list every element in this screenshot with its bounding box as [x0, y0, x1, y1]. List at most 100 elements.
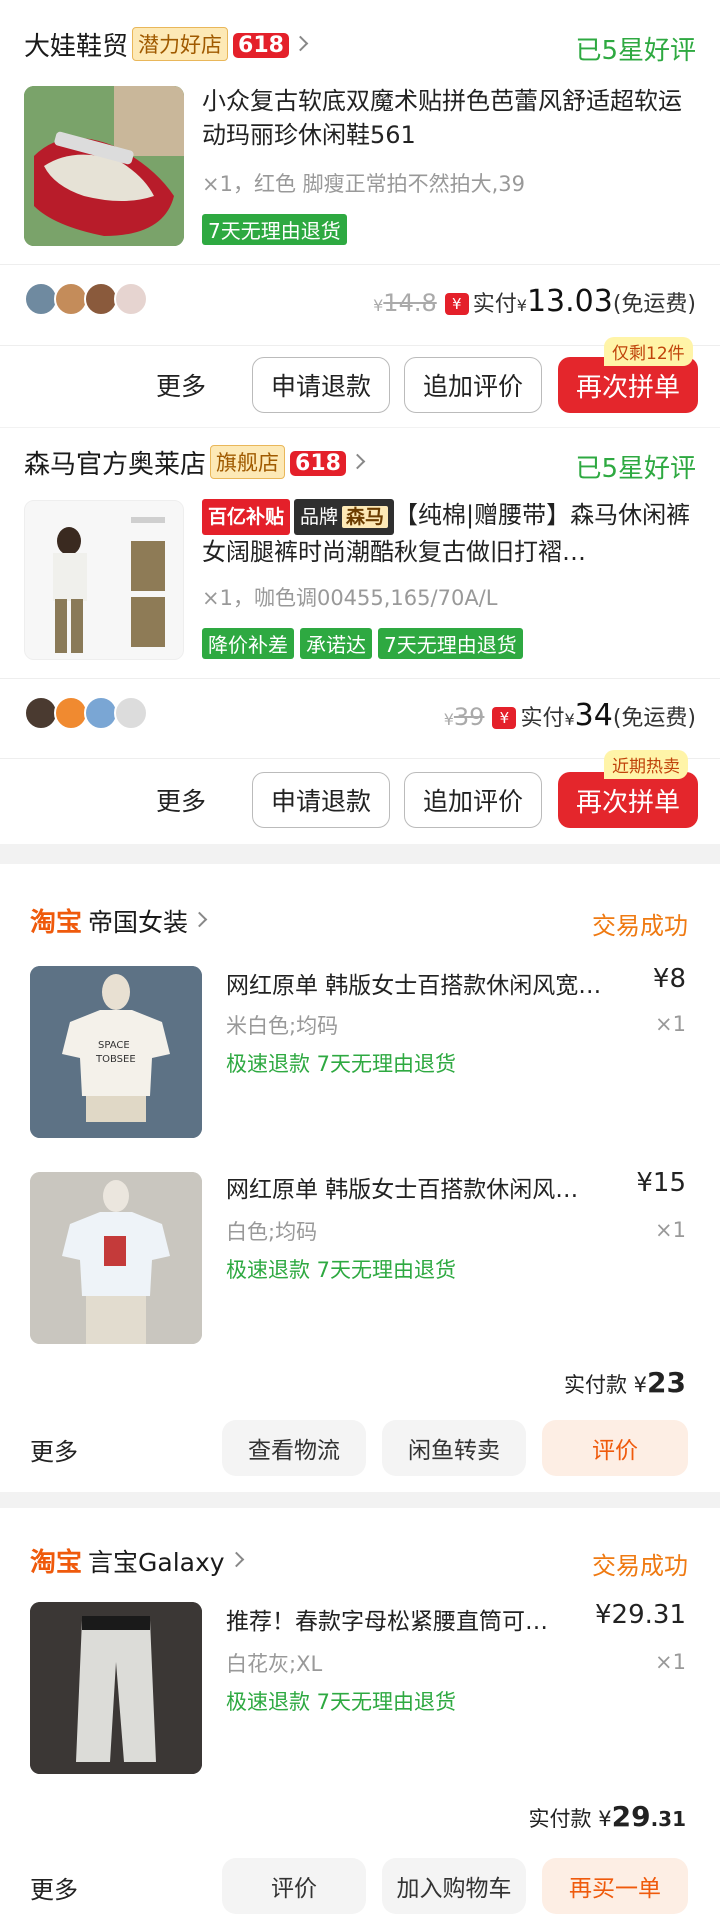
- view-logistics-button[interactable]: 查看物流: [222, 1420, 366, 1476]
- more-button[interactable]: 更多: [156, 367, 206, 403]
- append-review-button[interactable]: 追加评价: [404, 772, 542, 828]
- promo-badge: 618: [290, 451, 346, 476]
- paid-amount: 13.03: [526, 284, 613, 319]
- chevron-right-icon: [349, 453, 366, 470]
- shop-name: 言宝Galaxy: [88, 1548, 225, 1577]
- product-qty: ×1: [655, 1650, 686, 1674]
- pants-image: [30, 1602, 202, 1774]
- shop-header[interactable]: 大娃鞋贸 潜力好店 618: [24, 26, 309, 63]
- product-image[interactable]: [24, 500, 184, 660]
- paid-currency: ¥: [598, 1807, 612, 1831]
- shop-header[interactable]: 森马官方奥莱店 旗舰店 618: [24, 444, 366, 481]
- group-avatars: [24, 696, 148, 730]
- original-price: 39: [453, 703, 485, 731]
- paid-amount: 34: [574, 698, 613, 733]
- append-review-button[interactable]: 追加评价: [404, 357, 542, 413]
- service-tags: 极速退款 7天无理由退货: [226, 1690, 457, 1714]
- shop-badge: 潜力好店: [132, 27, 229, 61]
- tag-7day-return: 7天无理由退货: [202, 214, 347, 245]
- order-card-1: 大娃鞋贸 潜力好店 618 已5星好评 小众复古软底双魔术贴拼色芭蕾风舒适超软运动玛…: [0, 0, 720, 345]
- taobao-logo: 淘宝: [30, 908, 83, 938]
- paid-currency: ¥: [516, 296, 527, 315]
- product-spec: ×1，红色 脚瘦正常拍不然拍大,39: [202, 172, 526, 196]
- service-tags: 极速退款 7天无理由退货: [226, 1052, 457, 1076]
- shop-header[interactable]: 淘宝 帝国女装: [30, 902, 208, 939]
- paid-total: 实付款 ¥29.31: [529, 1800, 686, 1833]
- avatar: [84, 282, 118, 316]
- product-image[interactable]: [24, 86, 184, 246]
- product-qty: ×1: [655, 1218, 686, 1242]
- paid-currency: ¥: [633, 1373, 648, 1397]
- add-to-cart-button[interactable]: 加入购物车: [382, 1858, 526, 1914]
- hot-sale-badge: 近期热卖: [604, 750, 688, 779]
- price-summary: ¥14.8 ¥ 实付¥13.03(免运费): [373, 284, 696, 319]
- brand-tag: 品牌 森马: [294, 499, 395, 535]
- divider: [0, 264, 720, 265]
- rebuy-group-button[interactable]: 再次拼单: [558, 772, 698, 828]
- product-price: ¥8: [652, 964, 686, 994]
- tag-price-protect: 降价补差: [202, 628, 294, 659]
- tshirt-image: [30, 1172, 202, 1344]
- order-status: 交易成功: [592, 1552, 688, 1580]
- avatar: [114, 282, 148, 316]
- more-button[interactable]: 更多: [30, 1432, 78, 1467]
- product-image[interactable]: [30, 1172, 202, 1344]
- paid-currency: ¥: [564, 710, 575, 729]
- shop-name: 帝国女装: [88, 908, 189, 937]
- product-spec: 米白色;均码: [226, 1014, 339, 1038]
- avatar: [84, 696, 118, 730]
- order-card-2: 森马官方奥莱店 旗舰店 618 已5星好评 百亿补贴 品牌 森马 【纯棉|赠腰带】森马休闲…: [0, 428, 720, 758]
- product-title[interactable]: 推荐！春款字母松紧腰直筒可…: [226, 1602, 596, 1636]
- shipping-note: (免运费): [612, 292, 696, 317]
- product-image[interactable]: [30, 1602, 202, 1774]
- paid-label: 实付款: [528, 1807, 592, 1831]
- avatar: [24, 696, 58, 730]
- group-avatars: [24, 282, 148, 316]
- review-button[interactable]: 评价: [222, 1858, 366, 1914]
- product-spec: 白色;均码: [226, 1220, 318, 1244]
- more-button[interactable]: 更多: [30, 1870, 78, 1905]
- product-image[interactable]: SPACE TOBSEE: [30, 966, 202, 1138]
- svg-text:SPACE: SPACE: [98, 1040, 130, 1051]
- product-price: ¥29.31: [595, 1600, 686, 1630]
- paid-label: 实付: [520, 706, 565, 731]
- shop-badge: 旗舰店: [210, 445, 286, 479]
- chevron-right-icon: [228, 1551, 244, 1568]
- paid-icon: ¥: [492, 707, 517, 729]
- paid-label: 实付: [472, 292, 517, 317]
- tshirt-image: SPACE TOBSEE: [30, 966, 202, 1138]
- product-title[interactable]: 小众复古软底双魔术贴拼色芭蕾风舒适超软运动玛丽珍休闲鞋561: [202, 84, 702, 152]
- order-status: 已5星好评: [575, 36, 696, 66]
- tag-promise: 承诺达: [300, 628, 372, 659]
- product-spec: ×1，咖色调00455,165/70A/L: [202, 586, 498, 610]
- review-button[interactable]: 评价: [542, 1420, 688, 1476]
- service-tags: 极速退款 7天无理由退货: [226, 1258, 457, 1282]
- product-title[interactable]: 网红原单 韩版女士百搭款休闲风…: [226, 1170, 616, 1204]
- product-spec: 白花灰;XL: [226, 1652, 323, 1676]
- paid-icon: ¥: [444, 293, 469, 315]
- paid-amount-dec: .31: [650, 1807, 686, 1831]
- product-qty: ×1: [655, 1012, 686, 1036]
- shop-name: 森马官方奥莱店: [24, 450, 207, 480]
- rebuy-button[interactable]: 再买一单: [542, 1858, 688, 1914]
- shop-name: 大娃鞋贸: [24, 32, 129, 62]
- refund-button[interactable]: 申请退款: [252, 357, 390, 413]
- service-tags: 降价补差 承诺达 7天无理由退货: [202, 628, 529, 659]
- product-title[interactable]: 网红原单 韩版女士百搭款休闲风宽…: [226, 966, 636, 1000]
- tag-7day-return: 7天无理由退货: [378, 628, 523, 659]
- product-title[interactable]: 百亿补贴 品牌 森马 【纯棉|赠腰带】森马休闲裤女阔腿裤时尚潮酷秋复古做旧打褶…: [202, 498, 702, 566]
- refund-button[interactable]: 申请退款: [252, 772, 390, 828]
- shop-header[interactable]: 淘宝 言宝Galaxy: [30, 1542, 244, 1579]
- service-tags: 7天无理由退货: [202, 214, 353, 245]
- order-card-3: 淘宝 帝国女装 交易成功 SPACE TOBSEE 网红原单 韩版女士百搭款休闲风…: [0, 864, 720, 1492]
- order-card-4: 淘宝 言宝Galaxy 交易成功 推荐！春款字母松紧腰直筒可… ¥29.31 白花…: [0, 1508, 720, 1923]
- more-button[interactable]: 更多: [156, 782, 206, 818]
- order-1-actions: 更多 申请退款 追加评价 再次拼单 仅剩12件: [0, 337, 720, 427]
- chevron-right-icon: [292, 35, 309, 52]
- subsidy-tag: 百亿补贴: [202, 499, 291, 535]
- order-status: 交易成功: [592, 912, 688, 940]
- chevron-right-icon: [191, 911, 208, 928]
- original-price: 14.8: [383, 289, 437, 317]
- resell-button[interactable]: 闲鱼转卖: [382, 1420, 526, 1476]
- paid-label: 实付款: [563, 1373, 627, 1397]
